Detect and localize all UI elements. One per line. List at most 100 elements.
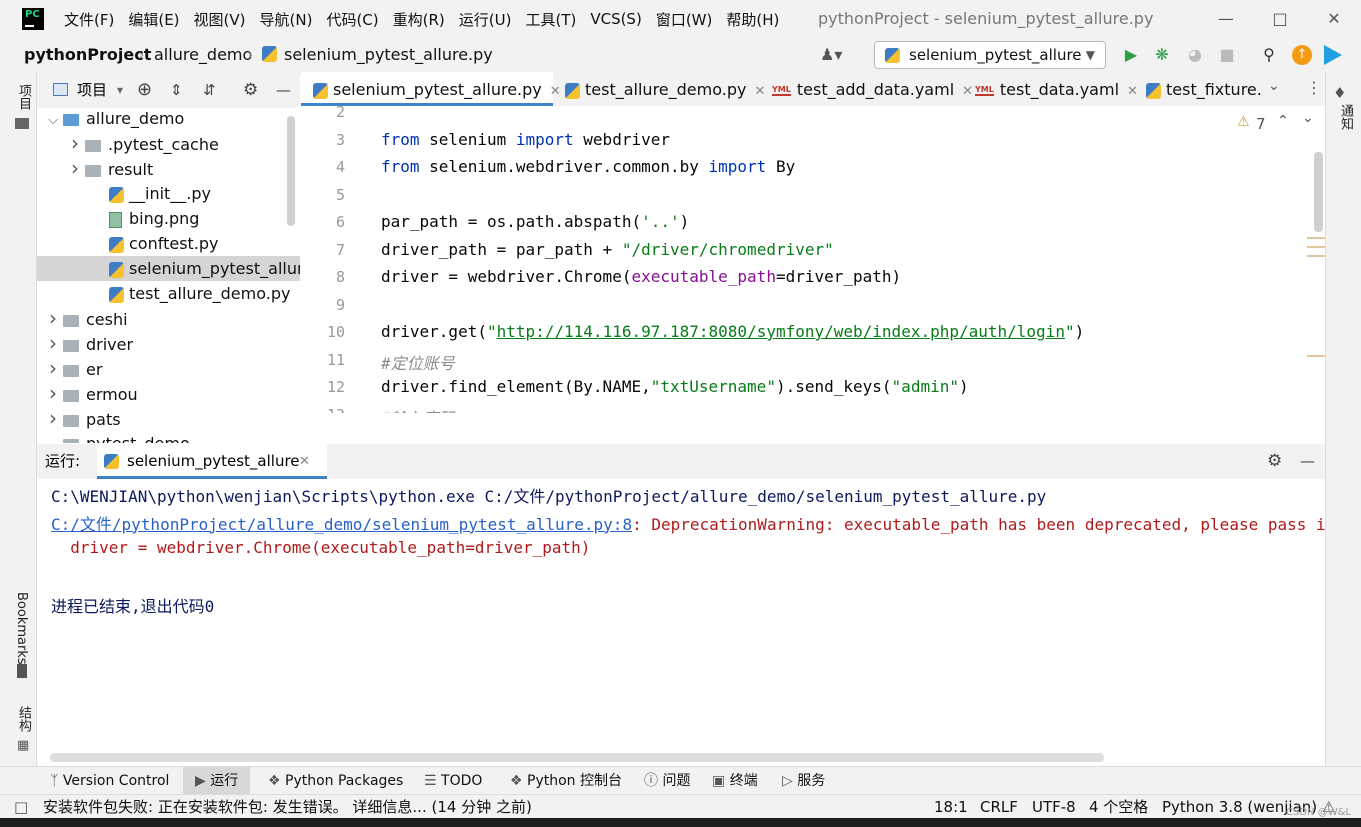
chevron-right-icon[interactable]: › (43, 381, 63, 406)
problems-tab[interactable]: ⓘ 问题 (644, 767, 690, 795)
search-icon[interactable]: ⚲ (1258, 44, 1280, 66)
gear-icon[interactable]: ⚙ (243, 72, 258, 108)
user-icon[interactable]: ♟▾ (820, 44, 842, 66)
code-token[interactable]: http://114.116.97.187:8080/symfony/web/i… (497, 322, 1065, 341)
editor-scrollbar[interactable] (1314, 152, 1323, 232)
menu-item[interactable]: 导航(N) (260, 9, 313, 30)
status-toggle-icon[interactable]: □ (14, 795, 28, 819)
project-panel-title[interactable]: 项目 (77, 72, 107, 108)
bookmarks-tool-tab[interactable]: Bookmarks (14, 592, 29, 665)
collapse-all-icon[interactable]: ⇵ (203, 72, 216, 108)
status-message[interactable]: 安装软件包失败: 正在安装软件包: 发生错误。 详细信息... (14 分钟 之… (43, 795, 532, 819)
todo-tab[interactable]: ☰ TODO (424, 767, 482, 795)
terminal-tab[interactable]: ▣ 终端 (712, 767, 758, 795)
code-line[interactable]: from selenium.webdriver.common.by import… (381, 157, 795, 176)
structure-tool-tab[interactable]: 结构 (14, 706, 33, 732)
python-packages-tab[interactable]: ❖ Python Packages (268, 767, 403, 795)
warning-stripe[interactable] (1307, 237, 1325, 239)
line-separator[interactable]: CRLF (980, 795, 1018, 819)
chevron-down-icon[interactable]: ▾ (117, 72, 123, 108)
coverage-icon[interactable]: ◕ (1184, 44, 1206, 66)
locate-icon[interactable]: ⊕ (137, 72, 152, 108)
previous-highlight-icon[interactable]: ⌃ (1277, 113, 1289, 129)
tree-item[interactable]: __init__.py (37, 181, 300, 206)
services-tab[interactable]: ▷ 服务 (782, 767, 825, 795)
hide-panel-icon[interactable]: — (276, 72, 291, 108)
run-configuration-select[interactable]: selenium_pytest_allure ▼ (874, 41, 1106, 69)
tree-item[interactable]: conftest.py (37, 231, 300, 256)
run-tool-tab[interactable]: ▶ 运行 (183, 767, 251, 795)
chevron-right-icon[interactable]: › (43, 356, 63, 381)
code-line[interactable]: par_path = os.path.abspath('..') (381, 212, 689, 231)
menu-item[interactable]: 视图(V) (194, 9, 246, 30)
breadcrumb-file[interactable]: selenium_pytest_allure.py (284, 38, 493, 72)
warning-icon[interactable]: ⚠ (1237, 114, 1250, 130)
tree-item[interactable]: bing.png (37, 206, 300, 231)
notifications-tool-tab[interactable]: 通知 (1336, 104, 1355, 130)
editor-tab[interactable]: YML test_add_data.yaml ✕ (760, 72, 973, 106)
editor-tab[interactable]: YML test_data.yaml ✕ (963, 72, 1138, 106)
code-line[interactable]: driver.get("http://114.116.97.187:8080/s… (381, 322, 1084, 341)
gear-icon[interactable]: ⚙ (1267, 444, 1282, 479)
tree-item[interactable]: ⌵ allure_demo (37, 108, 300, 131)
menu-item[interactable]: 帮助(H) (726, 9, 779, 30)
tree-item[interactable]: › ermou (37, 381, 300, 406)
menu-item[interactable]: 窗口(W) (656, 9, 713, 30)
tree-item[interactable]: › result (37, 156, 300, 181)
menu-item[interactable]: 代码(C) (326, 9, 378, 30)
warning-stripe[interactable] (1307, 355, 1325, 357)
tree-item[interactable]: › driver (37, 331, 300, 356)
warnings-count[interactable]: 7 (1256, 115, 1266, 133)
tree-item[interactable]: ⌵ pytest_demo (37, 431, 300, 443)
plugin-icon[interactable] (1324, 45, 1342, 65)
chevron-down-icon[interactable]: ⌵ (43, 108, 63, 133)
more-icon[interactable]: ⋮ (1306, 78, 1322, 97)
close-icon[interactable]: ✕ (299, 444, 310, 479)
run-icon[interactable]: ▶ (1120, 44, 1142, 66)
tree-item[interactable]: › .pytest_cache (37, 131, 300, 156)
console-link[interactable]: C:/文件/pythonProject/allure_demo/selenium… (51, 515, 632, 534)
update-icon[interactable]: ↑ (1292, 45, 1312, 65)
run-console[interactable]: C:\WENJIAN\python\wenjian\Scripts\python… (37, 479, 1325, 763)
maximize-icon[interactable]: □ (1253, 0, 1307, 38)
menu-item[interactable]: 运行(U) (459, 9, 512, 30)
code-line[interactable]: driver = webdriver.Chrome(executable_pat… (381, 267, 901, 286)
expand-all-icon[interactable]: ⇕ (170, 72, 183, 108)
chevron-down-icon[interactable]: ⌵ (43, 433, 63, 443)
run-tab-label[interactable]: selenium_pytest_allure (127, 444, 300, 479)
stop-icon[interactable]: ■ (1216, 44, 1238, 66)
next-highlight-icon[interactable]: ⌄ (1302, 110, 1314, 126)
debug-icon[interactable]: ❋ (1151, 44, 1173, 66)
tree-scrollbar[interactable] (287, 116, 295, 226)
warning-stripe[interactable] (1307, 255, 1325, 257)
tree-item[interactable]: selenium_pytest_allure.py (37, 256, 300, 281)
close-icon[interactable]: ✕ (1307, 0, 1361, 38)
code-line[interactable]: driver_path = par_path + "/driver/chrome… (381, 240, 834, 259)
tree-item[interactable]: › pats (37, 406, 300, 431)
code-line[interactable]: #定位账号 (381, 350, 455, 374)
code-editor[interactable]: 2 3 4 5 6 7 8 9 10 11 12 13 from selenium import we… (301, 106, 1325, 413)
python-console-tab[interactable]: ❖ Python 控制台 (510, 767, 622, 795)
menu-item[interactable]: 文件(F) (64, 9, 114, 30)
chevron-right-icon[interactable]: › (65, 156, 85, 181)
code-line[interactable]: #输入密码 (381, 405, 455, 414)
warning-stripe[interactable] (1307, 246, 1325, 248)
file-encoding[interactable]: UTF-8 (1032, 795, 1076, 819)
menu-item[interactable]: 工具(T) (525, 9, 576, 30)
editor-tab[interactable]: test_allure_demo.py ✕ (553, 72, 765, 106)
tree-item[interactable]: test_allure_demo.py (37, 281, 300, 306)
menu-item[interactable]: 编辑(E) (128, 9, 179, 30)
chevron-right-icon[interactable]: › (43, 331, 63, 356)
chevron-right-icon[interactable]: › (43, 306, 63, 331)
console-scrollbar[interactable] (50, 753, 1104, 762)
chevron-right-icon[interactable]: › (43, 406, 63, 431)
breadcrumb-folder[interactable]: allure_demo (154, 38, 252, 72)
tree-item[interactable]: › er (37, 356, 300, 381)
chevron-down-icon[interactable]: ⌄ (1268, 78, 1280, 94)
breadcrumb-project[interactable]: pythonProject (24, 38, 151, 72)
menu-item[interactable]: VCS(S) (590, 10, 641, 28)
indent-setting[interactable]: 4 个空格 (1089, 795, 1148, 819)
hide-panel-icon[interactable]: — (1300, 444, 1315, 479)
tree-item[interactable]: › ceshi (37, 306, 300, 331)
menu-item[interactable]: 重构(R) (393, 9, 445, 30)
